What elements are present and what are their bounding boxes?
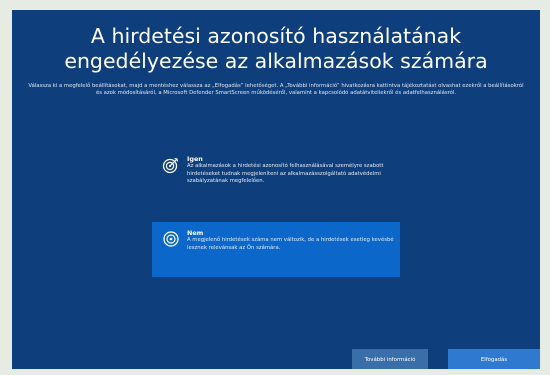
- option-nem[interactable]: Nem A megjelenő hirdetések száma nem vál…: [152, 222, 400, 277]
- option-igen[interactable]: Igen Az alkalmazások a hirdetési azonosí…: [152, 148, 400, 212]
- option-nem-label: Nem: [187, 229, 204, 237]
- page-title-line-1: A hirdetési azonosító használatának: [90, 24, 462, 48]
- page-title-line-2: engedélyezése az alkalmazások számára: [64, 49, 488, 73]
- target-icon: [162, 230, 180, 248]
- more-info-button[interactable]: További információ: [352, 349, 428, 369]
- option-nem-description: A megjelenő hirdetések száma nem változi…: [187, 237, 394, 251]
- option-igen-description: Az alkalmazások a hirdetési azonosító fe…: [187, 163, 384, 185]
- target-icon: [162, 156, 180, 174]
- page-description: Válassza ki a megfelelő beállításokat, m…: [28, 83, 524, 97]
- page-title: A hirdetési azonosító használatának enge…: [12, 24, 540, 74]
- oobe-screen: A hirdetési azonosító használatának enge…: [12, 10, 540, 369]
- option-igen-label: Igen: [187, 155, 203, 163]
- accept-button[interactable]: Elfogadás: [448, 349, 540, 369]
